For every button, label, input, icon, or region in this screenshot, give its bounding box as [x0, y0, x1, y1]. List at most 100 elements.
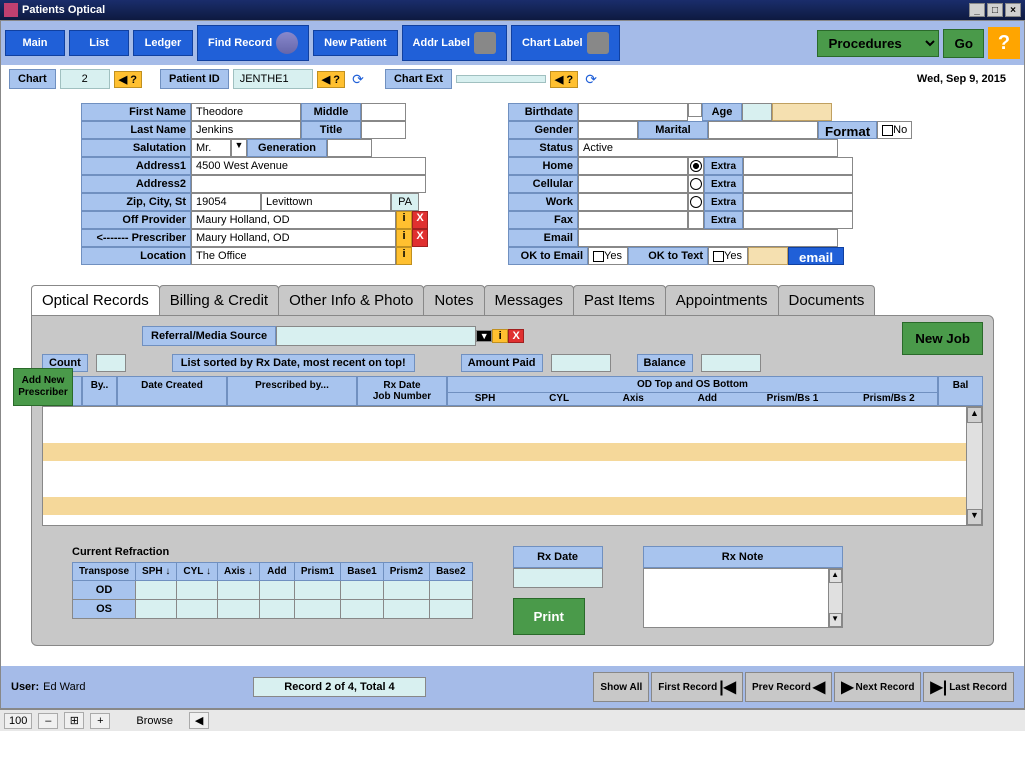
table-row[interactable]: [43, 479, 966, 497]
table-row[interactable]: [43, 407, 966, 425]
col-date-created[interactable]: Date Created: [117, 376, 227, 406]
cellular-field[interactable]: [578, 175, 688, 193]
tab-documents[interactable]: Documents: [778, 285, 876, 315]
show-all-button[interactable]: Show All: [593, 672, 649, 702]
scroll-up[interactable]: ▲: [967, 407, 982, 423]
prescriber-field[interactable]: Maury Holland, OD: [191, 229, 396, 247]
table-row[interactable]: [43, 461, 966, 479]
referral-select[interactable]: [276, 326, 476, 346]
scroll-down[interactable]: ▼: [829, 613, 842, 627]
rx-date-field[interactable]: [513, 568, 603, 588]
col-rx-date[interactable]: Rx Date Job Number: [357, 376, 447, 406]
help-button[interactable]: ?: [988, 27, 1020, 59]
find-record-button[interactable]: Find Record: [197, 25, 309, 61]
delete-button[interactable]: X: [412, 229, 428, 247]
tab-past[interactable]: Past Items: [573, 285, 666, 315]
table-row[interactable]: [43, 443, 966, 461]
zoom-in[interactable]: +: [90, 713, 110, 729]
generation-field[interactable]: [327, 139, 372, 157]
chart-label-button[interactable]: Chart Label: [511, 25, 620, 61]
off-provider-field[interactable]: Maury Holland, OD: [191, 211, 396, 229]
ok-text-checkbox[interactable]: [713, 251, 724, 262]
refresh-icon-2[interactable]: ⟳: [582, 70, 600, 88]
first-record-button[interactable]: First Record|◀: [651, 672, 743, 702]
salutation-field[interactable]: Mr.: [191, 139, 231, 157]
chart-value[interactable]: 2: [60, 69, 110, 89]
close-button[interactable]: ×: [1005, 3, 1021, 17]
tab-billing[interactable]: Billing & Credit: [159, 285, 279, 315]
format-button[interactable]: Format: [818, 121, 877, 139]
extra-button[interactable]: Extra: [704, 211, 743, 229]
address1-field[interactable]: 4500 West Avenue: [191, 157, 426, 175]
delete-button[interactable]: X: [508, 329, 524, 343]
title-field[interactable]: [361, 121, 406, 139]
first-name-field[interactable]: Theodore: [191, 103, 301, 121]
tab-notes[interactable]: Notes: [423, 285, 484, 315]
state-field[interactable]: PA: [391, 193, 419, 211]
info-button[interactable]: i: [492, 329, 508, 343]
new-patient-button[interactable]: New Patient: [313, 30, 397, 56]
info-button[interactable]: i: [396, 229, 412, 247]
patient-id-value[interactable]: JENTHE1: [233, 69, 313, 89]
add-prescriber-button[interactable]: Add New Prescriber: [13, 368, 73, 406]
cellular-radio[interactable]: [690, 178, 702, 190]
extra-button[interactable]: Extra: [704, 175, 743, 193]
scroll-up[interactable]: ▲: [829, 569, 842, 583]
ledger-button[interactable]: Ledger: [133, 30, 193, 56]
go-button[interactable]: Go: [943, 29, 984, 58]
birthdate-field[interactable]: [578, 103, 688, 121]
referral-dropdown[interactable]: ▼: [476, 330, 492, 342]
marital-field[interactable]: [708, 121, 818, 139]
tab-optical[interactable]: Optical Records: [31, 285, 160, 315]
zoom-out[interactable]: –: [38, 713, 58, 729]
print-button[interactable]: Print: [513, 598, 585, 635]
work-radio[interactable]: [690, 196, 702, 208]
col-bal[interactable]: Bal: [938, 376, 983, 406]
col-prescribed-by[interactable]: Prescribed by...: [227, 376, 357, 406]
tab-messages[interactable]: Messages: [484, 285, 574, 315]
prev-record-button[interactable]: Prev Record◀: [745, 672, 832, 702]
gender-field[interactable]: [578, 121, 638, 139]
ok-email-checkbox[interactable]: [593, 251, 604, 262]
fax-field[interactable]: [578, 211, 688, 229]
addr-label-button[interactable]: Addr Label: [402, 25, 507, 61]
status-field[interactable]: Active: [578, 139, 838, 157]
scrollbar[interactable]: ▲ ▼: [966, 407, 982, 525]
minimize-button[interactable]: _: [969, 3, 985, 17]
tab-other[interactable]: Other Info & Photo: [278, 285, 424, 315]
zip-field[interactable]: 19054: [191, 193, 261, 211]
salutation-dropdown[interactable]: ▼: [231, 139, 247, 157]
address2-field[interactable]: [191, 175, 426, 193]
format-checkbox[interactable]: [882, 125, 893, 136]
main-button[interactable]: Main: [5, 30, 65, 56]
procedures-select[interactable]: Procedures: [817, 30, 939, 57]
email-button[interactable]: email: [788, 247, 844, 265]
last-name-field[interactable]: Jenkins: [191, 121, 301, 139]
location-field[interactable]: The Office: [191, 247, 396, 265]
chart-ext-nav[interactable]: ◀ ?: [550, 71, 578, 88]
home-field[interactable]: [578, 157, 688, 175]
last-record-button[interactable]: ▶|Last Record: [923, 672, 1014, 702]
home-radio[interactable]: [690, 160, 702, 172]
zoom-value[interactable]: 100: [4, 713, 32, 729]
extra-button[interactable]: Extra: [704, 157, 743, 175]
tab-appointments[interactable]: Appointments: [665, 285, 779, 315]
next-record-button[interactable]: ▶Next Record: [834, 672, 921, 702]
calendar-icon[interactable]: [688, 103, 702, 117]
work-field[interactable]: [578, 193, 688, 211]
delete-button[interactable]: X: [412, 211, 428, 229]
col-by[interactable]: By..: [82, 376, 117, 406]
extra-button[interactable]: Extra: [704, 193, 743, 211]
chart-nav[interactable]: ◀ ?: [114, 71, 142, 88]
city-field[interactable]: Levittown: [261, 193, 391, 211]
scroll-down[interactable]: ▼: [967, 509, 982, 525]
rx-list[interactable]: ▲ ▼: [42, 406, 983, 526]
patient-id-nav[interactable]: ◀ ?: [317, 71, 345, 88]
chart-ext-value[interactable]: [456, 75, 546, 83]
new-job-button[interactable]: New Job: [902, 322, 983, 355]
list-button[interactable]: List: [69, 30, 129, 56]
table-row[interactable]: [43, 497, 966, 515]
info-button[interactable]: i: [396, 247, 412, 265]
refresh-icon[interactable]: ⟳: [349, 70, 367, 88]
middle-field[interactable]: [361, 103, 406, 121]
